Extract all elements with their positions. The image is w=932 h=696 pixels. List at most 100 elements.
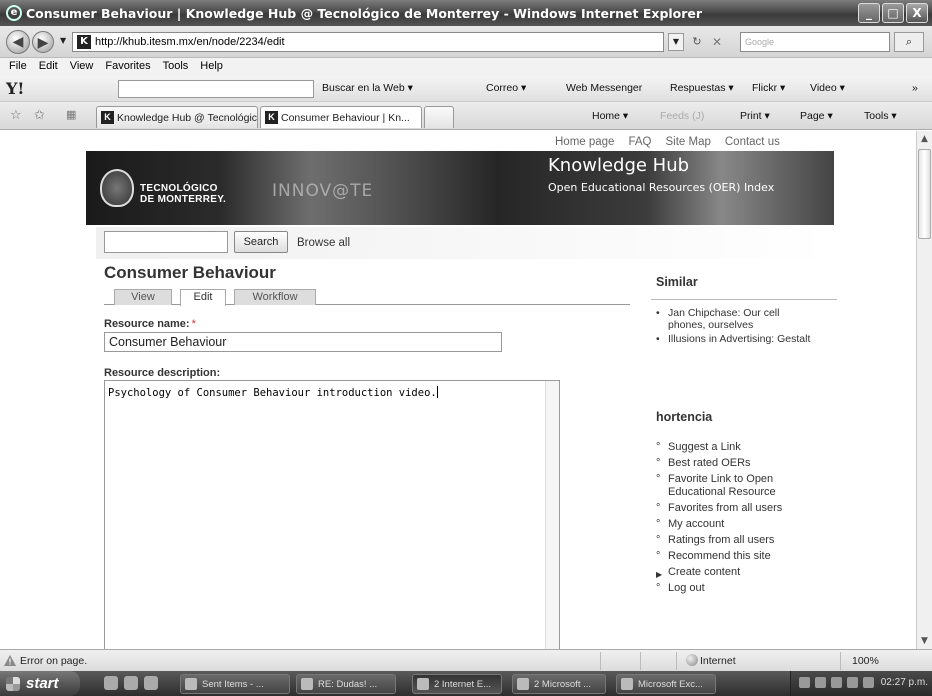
site-search-button[interactable]: Search	[234, 231, 288, 253]
ie-quicklaunch-icon[interactable]	[104, 676, 118, 690]
list-item[interactable]: ° Recommend this site	[656, 550, 826, 563]
favorites-all-users-link[interactable]: Favorites from all users	[668, 502, 782, 514]
address-dropdown-icon[interactable]: ▼	[668, 33, 684, 51]
zoom-level[interactable]: 100%	[852, 655, 879, 667]
list-item[interactable]: ° My account	[656, 518, 826, 531]
browse-all-link[interactable]: Browse all	[297, 237, 350, 249]
circle-bullet-icon: °	[656, 534, 661, 546]
task-internet-explorer[interactable]: 2 Internet E...	[412, 674, 502, 694]
site-search-input[interactable]	[104, 231, 228, 253]
flickr-button[interactable]: Flickr ▾	[752, 82, 785, 94]
yahoo-video-button[interactable]: Video ▾	[810, 82, 845, 94]
close-button[interactable]: X	[906, 3, 928, 23]
tray-icon[interactable]	[831, 677, 842, 688]
print-button[interactable]: Print ▾	[740, 110, 770, 122]
favorite-link[interactable]: Favorite Link to Open Educational Resour…	[668, 473, 776, 498]
add-favorite-icon[interactable]: ✩	[34, 108, 45, 123]
minimize-button[interactable]: _	[858, 3, 880, 23]
window-title-bar[interactable]: e Consumer Behaviour | Knowledge Hub @ T…	[0, 0, 932, 26]
forward-button[interactable]: ▶	[32, 31, 54, 53]
tray-icon[interactable]	[815, 677, 826, 688]
menu-edit[interactable]: Edit	[34, 58, 65, 76]
suggest-link[interactable]: Suggest a Link	[668, 441, 741, 453]
create-content-link[interactable]: Create content	[668, 566, 740, 578]
url-text[interactable]: http://khub.itesm.mx/en/node/2234/edit	[95, 36, 285, 48]
new-tab-button[interactable]	[424, 106, 454, 128]
page-scrollbar[interactable]: ▲ ▼	[916, 131, 932, 649]
list-item[interactable]: ° Best rated OERs	[656, 457, 826, 470]
yahoo-search-input[interactable]	[118, 80, 314, 98]
brand-line-2: DE MONTERREY.	[140, 194, 227, 205]
best-rated-link[interactable]: Best rated OERs	[668, 457, 751, 469]
ratings-link[interactable]: Ratings from all users	[668, 534, 774, 546]
task-email[interactable]: RE: Dudas! ...	[296, 674, 396, 694]
yahoo-messenger-button[interactable]: Web Messenger	[566, 82, 642, 94]
volume-icon[interactable]	[863, 677, 874, 688]
list-item[interactable]: ° Suggest a Link	[656, 441, 826, 454]
back-button[interactable]: ◀	[6, 30, 30, 54]
search-icon[interactable]: ⌕	[894, 32, 924, 52]
triangle-bullet-icon: ▶	[656, 570, 663, 579]
tray-icon[interactable]	[799, 677, 810, 688]
yahoo-logo[interactable]: Y!	[6, 79, 24, 98]
contact-us-link[interactable]: Contact us	[725, 136, 780, 148]
page-menu-button[interactable]: Page ▾	[800, 110, 833, 122]
tab-edit[interactable]: Edit	[180, 289, 226, 306]
tab-knowledge-hub[interactable]: K Knowledge Hub @ Tecnológic...	[96, 106, 258, 128]
menu-file[interactable]: File	[4, 58, 34, 76]
tools-menu-button[interactable]: Tools ▾	[864, 110, 897, 122]
menu-help[interactable]: Help	[195, 58, 230, 76]
tray-icon[interactable]	[847, 677, 858, 688]
quick-tabs-icon[interactable]: ▦	[66, 108, 76, 121]
list-item[interactable]: ° Log out	[656, 582, 826, 595]
tab-workflow[interactable]: Workflow	[234, 289, 316, 305]
resource-description-textarea[interactable]: Psychology of Consumer Behaviour introdu…	[104, 380, 560, 649]
more-icon[interactable]: »	[912, 82, 918, 94]
tab-consumer-behaviour[interactable]: K Consumer Behaviour | Kn...	[260, 106, 422, 128]
task-sent-items[interactable]: Sent Items - ...	[180, 674, 290, 694]
list-item[interactable]: ▶ Create content	[656, 566, 826, 579]
address-field[interactable]: K http://khub.itesm.mx/en/node/2234/edit	[72, 32, 664, 52]
list-item[interactable]: ° Ratings from all users	[656, 534, 826, 547]
warning-icon[interactable]	[4, 655, 16, 666]
clock[interactable]: 02:27 p.m.	[881, 677, 928, 688]
textarea-scrollbar[interactable]	[545, 381, 559, 649]
log-out-link[interactable]: Log out	[668, 582, 705, 594]
faq-link[interactable]: FAQ	[628, 136, 651, 148]
menu-view[interactable]: View	[65, 58, 101, 76]
status-message[interactable]: Error on page.	[20, 655, 87, 667]
menu-favorites[interactable]: Favorites	[100, 58, 157, 76]
app-quicklaunch-icon[interactable]	[144, 676, 158, 690]
resource-name-field[interactable]: Consumer Behaviour	[104, 332, 502, 352]
similar-link[interactable]: Jan Chipchase: Our cell phones, ourselve…	[668, 307, 779, 331]
list-item[interactable]: ° Favorite Link to Open Educational Resou…	[656, 473, 826, 499]
stop-icon[interactable]: ✕	[708, 33, 726, 51]
yahoo-web-search-button[interactable]: Buscar en la Web ▾	[322, 82, 413, 94]
scroll-up-icon[interactable]: ▲	[917, 131, 932, 147]
similar-link[interactable]: Illusions in Advertising: Gestalt	[668, 333, 810, 345]
home-button[interactable]: Home ▾	[592, 110, 628, 122]
maximize-button[interactable]: □	[882, 3, 904, 23]
recent-pages-dropdown[interactable]: ▼	[60, 36, 66, 45]
list-item[interactable]: ° Favorites from all users	[656, 502, 826, 515]
feeds-button[interactable]: Feeds (J)	[660, 110, 704, 122]
desktop-quicklaunch-icon[interactable]	[124, 676, 138, 690]
recommend-link[interactable]: Recommend this site	[668, 550, 771, 562]
menu-tools[interactable]: Tools	[158, 58, 196, 76]
scroll-down-icon[interactable]: ▼	[917, 633, 932, 649]
list-item[interactable]: • Jan Chipchase: Our cell phones, ourselv…	[656, 307, 816, 331]
scrollbar-thumb[interactable]	[918, 149, 931, 239]
list-item[interactable]: • Illusions in Advertising: Gestalt	[656, 333, 816, 345]
yahoo-mail-button[interactable]: Correo ▾	[486, 82, 526, 94]
task-excel[interactable]: Microsoft Exc...	[616, 674, 716, 694]
yahoo-answers-button[interactable]: Respuestas ▾	[670, 82, 734, 94]
tab-view[interactable]: View	[114, 289, 172, 305]
site-map-link[interactable]: Site Map	[665, 136, 710, 148]
start-button[interactable]: start	[0, 671, 80, 696]
browser-search-input[interactable]: Google	[740, 32, 890, 52]
my-account-link[interactable]: My account	[668, 518, 724, 530]
home-page-link[interactable]: Home page	[555, 136, 614, 148]
refresh-icon[interactable]: ↻	[688, 33, 706, 51]
favorites-star-icon[interactable]: ☆	[10, 108, 22, 123]
task-microsoft[interactable]: 2 Microsoft ...	[512, 674, 606, 694]
